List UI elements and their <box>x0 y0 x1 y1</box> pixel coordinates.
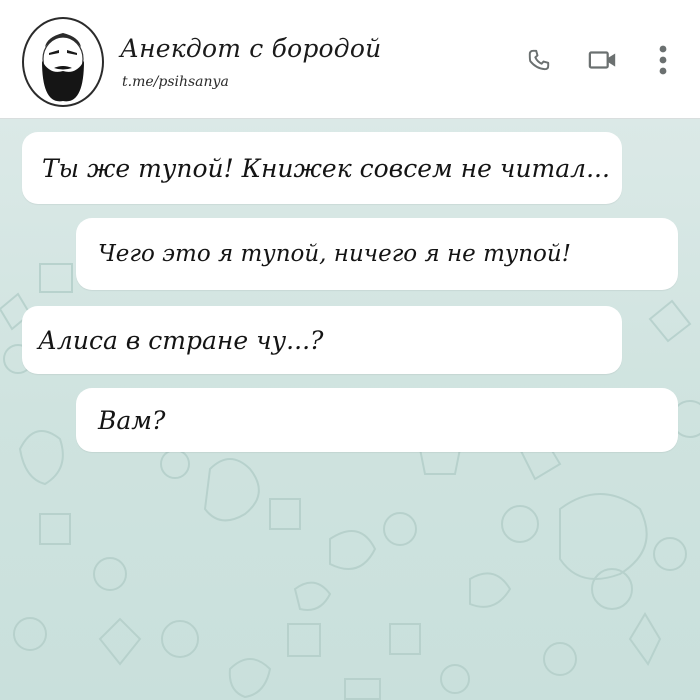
video-camera-icon <box>588 51 616 69</box>
message-bubble[interactable]: Алиса в стране чу...? <box>22 306 622 374</box>
channel-link[interactable]: t.me/psihsanya <box>122 74 229 90</box>
message-list[interactable]: Ты же тупой! Книжек совсем не читал... Ч… <box>0 119 700 700</box>
call-button[interactable] <box>524 44 554 76</box>
channel-avatar[interactable] <box>22 17 104 107</box>
chat-header: Анекдот с бородой t.me/psihsanya <box>0 0 700 119</box>
message-bubble[interactable]: Вам? <box>76 388 678 452</box>
more-options-button[interactable] <box>648 44 678 76</box>
message-bubble[interactable]: Чего это я тупой, ничего я не тупой! <box>76 218 678 290</box>
more-vertical-icon <box>659 45 667 75</box>
channel-title: Анекдот с бородой <box>120 34 382 63</box>
phone-icon <box>528 49 550 71</box>
message-text: Чего это я тупой, ничего я не тупой! <box>98 241 571 267</box>
message-text: Вам? <box>98 405 166 435</box>
message-bubble[interactable]: Ты же тупой! Книжек совсем не читал... <box>22 132 622 204</box>
message-text: Алиса в стране чу...? <box>38 325 324 355</box>
bearded-man-avatar-icon <box>42 33 84 102</box>
message-text: Ты же тупой! Книжек совсем не читал... <box>42 153 610 183</box>
chat-screen: Анекдот с бородой t.me/psihsanya Ты же т… <box>0 0 700 700</box>
video-call-button[interactable] <box>588 44 618 76</box>
